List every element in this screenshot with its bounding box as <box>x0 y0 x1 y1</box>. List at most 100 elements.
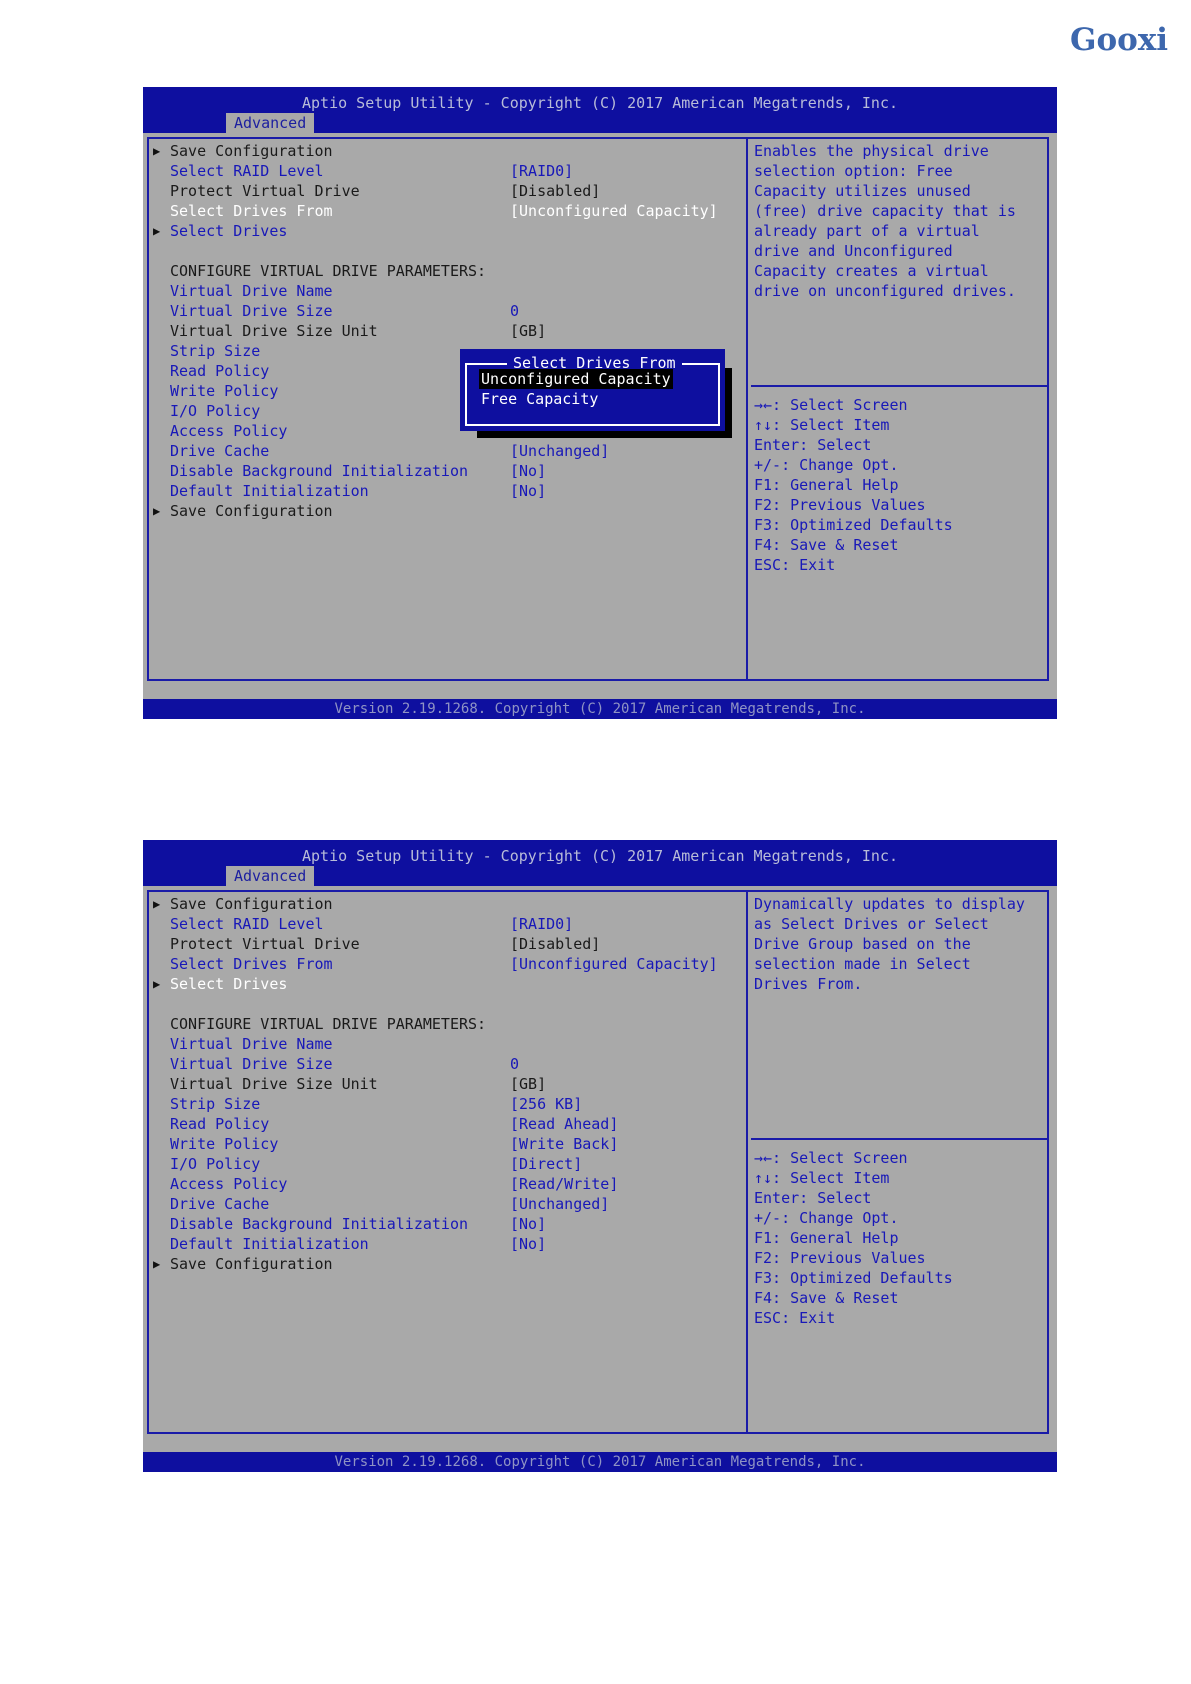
setup-item-virtual-drive-size[interactable]: Virtual Drive Size 0 <box>153 301 743 321</box>
setup-item-label: Save Configuration <box>170 1255 333 1273</box>
setup-item-value: 0 <box>510 302 520 320</box>
setup-item-write-policy[interactable]: Write Policy [Write Back] <box>153 1134 743 1154</box>
setup-item-drive-cache[interactable]: Drive Cache [Unchanged] <box>153 1194 743 1214</box>
setup-item-select-drives[interactable]: ▶ Select Drives <box>153 221 743 241</box>
popup-frame: Select Drives From Unconfigured Capacity… <box>465 353 720 426</box>
setup-item-label: Select Drives From <box>170 202 333 220</box>
setup-item-value: [GB] <box>510 1075 547 1093</box>
select-drives-from-popup[interactable]: Select Drives From Unconfigured Capacity… <box>460 349 725 431</box>
bios-title: Aptio Setup Utility - Copyright (C) 2017… <box>301 847 899 865</box>
setup-item-select-raid-level[interactable]: Select RAID Level [RAID0] <box>153 914 743 934</box>
submenu-arrow-icon: ▶ <box>153 144 161 158</box>
setup-item-value: [No] <box>510 462 547 480</box>
setup-item-save-configuration[interactable]: ▶ Save Configuration <box>153 894 743 914</box>
tab-advanced[interactable]: Advanced <box>226 113 315 133</box>
setup-item-virtual-drive-name[interactable]: Virtual Drive Name <box>153 1034 743 1054</box>
setup-item-default-initialization[interactable]: Default Initialization [No] <box>153 1234 743 1254</box>
setup-item-label: Virtual Drive Size <box>170 302 333 320</box>
setup-item-label: Disable Background Initialization <box>170 1215 469 1233</box>
setup-item-select-drives-from[interactable]: Select Drives From [Unconfigured Capacity… <box>153 201 743 221</box>
setup-item-label: Drive Cache <box>170 442 270 460</box>
submenu-arrow-icon: ▶ <box>153 224 161 238</box>
setup-item-label: Virtual Drive Name <box>170 1035 333 1053</box>
setup-item-disable-background-initialization[interactable]: Disable Background Initialization [No] <box>153 1214 743 1234</box>
setup-item-configure-virtual-drive-parameters: CONFIGURE VIRTUAL DRIVE PARAMETERS: <box>153 1014 743 1034</box>
submenu-arrow-icon: ▶ <box>153 504 161 518</box>
setup-item-virtual-drive-size-unit[interactable]: Virtual Drive Size Unit [GB] <box>153 321 743 341</box>
tab-bar: Advanced <box>143 113 1057 133</box>
setup-item-protect-virtual-drive[interactable]: Protect Virtual Drive [Disabled] <box>153 934 743 954</box>
setup-item-value: 0 <box>510 1055 520 1073</box>
setup-item-value: [Direct] <box>510 1155 583 1173</box>
setup-item-label: Virtual Drive Size <box>170 1055 333 1073</box>
panel-divider <box>746 890 748 1434</box>
bios-footer: Version 2.19.1268. Copyright (C) 2017 Am… <box>143 699 1057 719</box>
setup-item-value: [Read Ahead] <box>510 1115 619 1133</box>
setup-item-label: Save Configuration <box>170 502 333 520</box>
tab-advanced[interactable]: Advanced <box>226 866 315 886</box>
key-legend: →←: Select Screen ↑↓: Select Item Enter:… <box>754 1149 953 1327</box>
setup-item-label: Protect Virtual Drive <box>170 182 360 200</box>
setup-item-blank <box>153 241 743 261</box>
brand-logo: Gooxi <box>1070 22 1169 58</box>
key-legend: →←: Select Screen ↑↓: Select Item Enter:… <box>754 396 953 574</box>
setup-item-value: [Disabled] <box>510 182 601 200</box>
bios-screen-1: Aptio Setup Utility - Copyright (C) 2017… <box>143 87 1057 719</box>
setup-item-label: Protect Virtual Drive <box>170 935 360 953</box>
submenu-arrow-icon: ▶ <box>153 1257 161 1271</box>
setup-item-i-o-policy[interactable]: I/O Policy [Direct] <box>153 1154 743 1174</box>
setup-item-value: [RAID0] <box>510 915 574 933</box>
setup-item-label: Drive Cache <box>170 1195 270 1213</box>
help-text: Dynamically updates to display as Select… <box>754 895 1025 993</box>
setup-item-value: [No] <box>510 1215 547 1233</box>
setup-item-label: Save Configuration <box>170 895 333 913</box>
setup-item-virtual-drive-size[interactable]: Virtual Drive Size 0 <box>153 1054 743 1074</box>
setup-item-strip-size[interactable]: Strip Size [256 KB] <box>153 1094 743 1114</box>
setup-item-save-configuration[interactable]: ▶ Save Configuration <box>153 501 743 521</box>
setup-item-value: [Disabled] <box>510 935 601 953</box>
setup-item-label: Save Configuration <box>170 142 333 160</box>
setup-item-label: Default Initialization <box>170 482 369 500</box>
help-separator <box>751 385 1047 387</box>
setup-item-virtual-drive-name[interactable]: Virtual Drive Name <box>153 281 743 301</box>
popup-option-free-capacity[interactable]: Free Capacity <box>479 389 600 409</box>
setup-item-blank <box>153 994 743 1014</box>
setup-item-protect-virtual-drive[interactable]: Protect Virtual Drive [Disabled] <box>153 181 743 201</box>
setup-item-access-policy[interactable]: Access Policy [Read/Write] <box>153 1174 743 1194</box>
setup-item-default-initialization[interactable]: Default Initialization [No] <box>153 481 743 501</box>
setup-item-value: [Unconfigured Capacity] <box>510 202 718 220</box>
popup-option-unconfigured-capacity[interactable]: Unconfigured Capacity <box>479 369 673 389</box>
help-separator <box>751 1138 1047 1140</box>
setup-item-disable-background-initialization[interactable]: Disable Background Initialization [No] <box>153 461 743 481</box>
setup-item-value: [Read/Write] <box>510 1175 619 1193</box>
panel-divider <box>746 137 748 681</box>
setup-item-select-raid-level[interactable]: Select RAID Level [RAID0] <box>153 161 743 181</box>
setup-item-label: Select RAID Level <box>170 915 324 933</box>
setup-item-value: [Unconfigured Capacity] <box>510 955 718 973</box>
setup-item-label: Disable Background Initialization <box>170 462 469 480</box>
submenu-arrow-icon: ▶ <box>153 897 161 911</box>
setup-item-read-policy[interactable]: Read Policy [Read Ahead] <box>153 1114 743 1134</box>
setup-item-label: Read Policy <box>170 362 270 380</box>
setup-item-select-drives-from[interactable]: Select Drives From [Unconfigured Capacity… <box>153 954 743 974</box>
setup-item-value: [No] <box>510 482 547 500</box>
setup-item-label: Write Policy <box>170 1135 279 1153</box>
setup-item-configure-virtual-drive-parameters: CONFIGURE VIRTUAL DRIVE PARAMETERS: <box>153 261 743 281</box>
setup-item-value: [No] <box>510 1235 547 1253</box>
setup-item-save-configuration[interactable]: ▶ Save Configuration <box>153 1254 743 1274</box>
setup-item-value: [GB] <box>510 322 547 340</box>
setup-item-value: [Unchanged] <box>510 442 610 460</box>
setup-item-value: [Unchanged] <box>510 1195 610 1213</box>
setup-item-label: Select RAID Level <box>170 162 324 180</box>
setup-item-save-configuration[interactable]: ▶ Save Configuration <box>153 141 743 161</box>
setup-item-drive-cache[interactable]: Drive Cache [Unchanged] <box>153 441 743 461</box>
setup-item-label: Default Initialization <box>170 1235 369 1253</box>
setup-item-virtual-drive-size-unit[interactable]: Virtual Drive Size Unit [GB] <box>153 1074 743 1094</box>
setup-content: ▶ Save Configuration Select RAID Level [RAI… <box>143 886 1057 1468</box>
setup-item-label: I/O Policy <box>170 402 261 420</box>
setup-item-select-drives[interactable]: ▶ Select Drives <box>153 974 743 994</box>
tab-bar: Advanced <box>143 866 1057 886</box>
setup-item-label: Virtual Drive Size Unit <box>170 322 378 340</box>
setup-item-label: Select Drives From <box>170 955 333 973</box>
setup-item-label: Select Drives <box>170 975 288 993</box>
